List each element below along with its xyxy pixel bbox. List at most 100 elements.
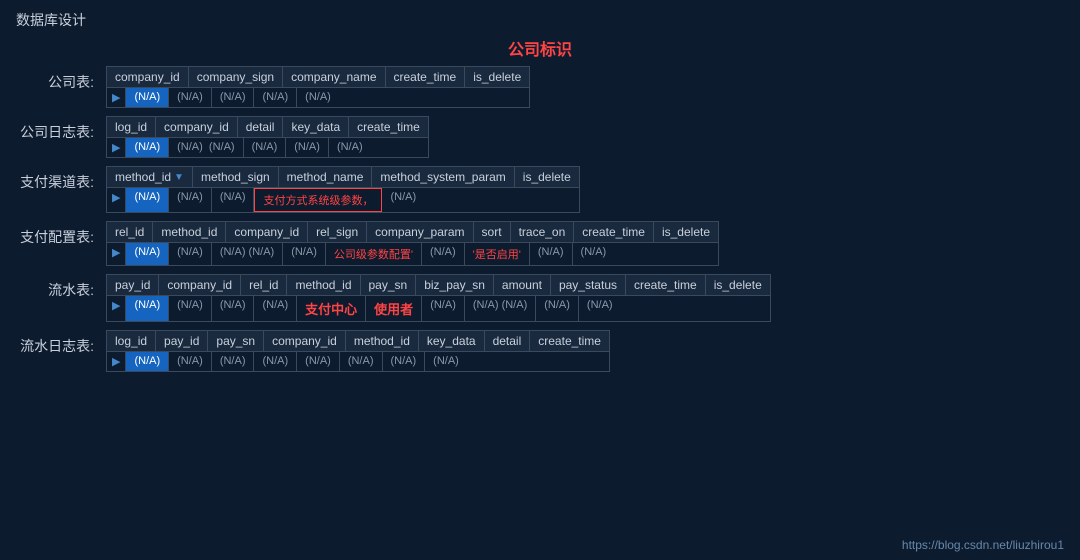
col-company_id: company_id <box>159 275 241 295</box>
flow-log-table-section: 流水日志表: log_id pay_id pay_sn company_id m… <box>16 330 1064 372</box>
company-log-label: 公司日志表: <box>16 116 106 142</box>
col-biz_pay_sn: biz_pay_sn <box>416 275 494 295</box>
col-method_system_param: method_system_param <box>372 167 514 187</box>
cell-method_id: (N/A) <box>254 296 297 321</box>
cell-is_delete: (N/A) <box>573 243 615 265</box>
cell-create_time: (N/A) <box>536 296 579 321</box>
col-company_sign: company_sign <box>189 67 283 87</box>
cell-company_id: (N/A) (N/A) <box>212 243 283 265</box>
cell-pay_sn: 支付中心 <box>297 296 366 321</box>
col-method_name: method_name <box>279 167 373 187</box>
col-log_id: log_id <box>107 117 156 137</box>
col-log_id: log_id <box>107 331 156 351</box>
pay-channel-table-section: 支付渠道表: method_id ▼ method_sign method_na… <box>16 166 1064 213</box>
pay-channel-label: 支付渠道表: <box>16 166 106 192</box>
cell-sort: (N/A) <box>422 243 465 265</box>
col-rel_sign: rel_sign <box>308 222 367 242</box>
cell-company_sign: (N/A) <box>169 88 212 107</box>
company-log-table: log_id company_id detail key_data create… <box>106 116 429 158</box>
cell-create_time: (N/A) <box>425 352 467 371</box>
cell-detail: (N/A) <box>383 352 426 371</box>
col-pay_id: pay_id <box>107 275 159 295</box>
cell-key_data: (N/A) <box>340 352 383 371</box>
row-arrow: ▶ <box>107 296 126 321</box>
cell-create_time: (N/A) <box>530 243 573 265</box>
center-label: 公司标识 <box>16 36 1064 60</box>
cell-method_name: (N/A) <box>212 188 255 212</box>
col-create_time: create_time <box>349 117 428 137</box>
flow-table-label: 流水表: <box>16 274 106 300</box>
footer-url: https://blog.csdn.net/liuzhirou1 <box>902 538 1064 552</box>
col-create_time: create_time <box>386 67 466 87</box>
cell-log_id: (N/A) <box>126 352 169 371</box>
col-trace_on: trace_on <box>511 222 575 242</box>
col-is_delete: is_delete <box>465 67 529 87</box>
cell-create_time: (N/A) <box>254 88 297 107</box>
cell-method_id: (N/A) <box>297 352 340 371</box>
cell-method_id: (N/A) <box>126 188 169 212</box>
col-amount: amount <box>494 275 551 295</box>
col-pay_id: pay_id <box>156 331 208 351</box>
col-key_data: key_data <box>283 117 349 137</box>
col-pay_sn: pay_sn <box>208 331 264 351</box>
col-method_id: method_id ▼ <box>107 167 193 187</box>
col-company_id: company_id <box>107 67 189 87</box>
cell-pay_sn: (N/A) <box>212 352 255 371</box>
cell-trace_on: '是否启用' <box>465 243 530 265</box>
col-pay_sn: pay_sn <box>361 275 417 295</box>
cell-company_id: (N/A) <box>169 296 212 321</box>
pay-channel-table: method_id ▼ method_sign method_name meth… <box>106 166 580 213</box>
flow-table-section: 流水表: pay_id company_id rel_id method_id … <box>16 274 1064 322</box>
row-arrow: ▶ <box>107 88 126 107</box>
col-detail: detail <box>485 331 531 351</box>
cell-amount: (N/A) <box>422 296 465 321</box>
cell-detail: (N/A) <box>244 138 287 157</box>
flow-log-label: 流水日志表: <box>16 330 106 356</box>
cell-log_id: (N/A) <box>126 138 169 157</box>
col-method_id: method_id <box>287 275 360 295</box>
pay-config-table: rel_id method_id company_id rel_sign com… <box>106 221 719 266</box>
row-arrow: ▶ <box>107 352 126 371</box>
cell-company_param: 公司级参数配置' <box>326 243 422 265</box>
col-company_name: company_name <box>283 67 385 87</box>
company-table-section: 公司表: company_id company_sign company_nam… <box>16 66 1064 108</box>
col-is_delete: is_delete <box>654 222 718 242</box>
cell-rel_id: (N/A) <box>126 243 169 265</box>
col-create_time: create_time <box>626 275 706 295</box>
dropdown-icon: ▼ <box>174 172 184 183</box>
col-detail: detail <box>238 117 284 137</box>
cell-is_delete: (N/A) <box>297 88 339 107</box>
cell-method_sign: (N/A) <box>169 188 212 212</box>
flow-log-table: log_id pay_id pay_sn company_id method_i… <box>106 330 610 372</box>
row-arrow: ▶ <box>107 188 126 212</box>
cell-key_data: (N/A) <box>286 138 329 157</box>
pay-config-table-section: 支付配置表: rel_id method_id company_id rel_s… <box>16 221 1064 266</box>
col-method_id: method_id <box>346 331 419 351</box>
col-rel_id: rel_id <box>107 222 153 242</box>
cell-method_id: (N/A) <box>169 243 212 265</box>
col-company_id: company_id <box>264 331 346 351</box>
cell-company_id: (N/A) (N/A) <box>169 138 243 157</box>
cell-pay_status: (N/A) (N/A) <box>465 296 536 321</box>
col-method_id: method_id <box>153 222 226 242</box>
col-company_param: company_param <box>367 222 473 242</box>
row-arrow: ▶ <box>107 243 126 265</box>
company-table: company_id company_sign company_name cre… <box>106 66 530 108</box>
cell-pay_id: (N/A) <box>126 296 169 321</box>
cell-is_delete: (N/A) <box>579 296 621 321</box>
col-sort: sort <box>474 222 511 242</box>
page-title: 数据库设计 <box>0 0 1080 36</box>
cell-company_id: (N/A) <box>254 352 297 371</box>
col-rel_id: rel_id <box>241 275 287 295</box>
cell-company_name: (N/A) <box>212 88 255 107</box>
col-create_time: create_time <box>574 222 654 242</box>
cell-method_system_param: 支付方式系统级参数， <box>254 188 382 212</box>
cell-pay_id: (N/A) <box>169 352 212 371</box>
company-log-table-section: 公司日志表: log_id company_id detail key_data… <box>16 116 1064 158</box>
col-is_delete: is_delete <box>515 167 579 187</box>
cell-rel_sign: (N/A) <box>283 243 326 265</box>
cell-create_time: (N/A) <box>329 138 371 157</box>
company-table-label: 公司表: <box>16 66 106 92</box>
pay-config-label: 支付配置表: <box>16 221 106 247</box>
cell-biz_pay_sn: 使用者 <box>366 296 422 321</box>
